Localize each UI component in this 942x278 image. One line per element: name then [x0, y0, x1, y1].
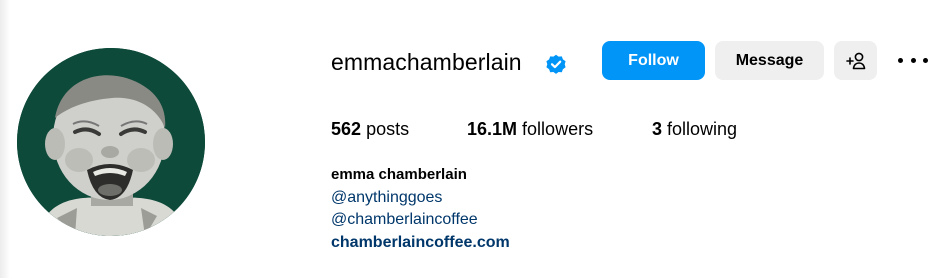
more-options-icon[interactable] [898, 50, 928, 70]
full-name: emma chamberlain [331, 166, 467, 183]
message-button[interactable]: Message [715, 41, 824, 80]
posts-count: 562 posts [331, 119, 410, 139]
profile-avatar[interactable] [17, 48, 205, 236]
add-user-button[interactable] [834, 41, 877, 80]
followers-link[interactable]: 16.1M followers [467, 117, 593, 141]
username: emmachamberlain [331, 49, 522, 75]
following-link[interactable]: 3 following [652, 117, 737, 141]
follow-button[interactable]: Follow [602, 41, 705, 80]
website-link[interactable]: chamberlaincoffee.com [331, 232, 510, 253]
add-user-icon [845, 52, 865, 69]
page-edge-shadow [0, 0, 10, 278]
avatar-photo [17, 48, 205, 236]
verified-badge-icon [546, 54, 566, 74]
bio-mention-link[interactable]: @anythinggoes [331, 187, 442, 208]
bio-mention-link[interactable]: @chamberlaincoffee [331, 209, 478, 230]
